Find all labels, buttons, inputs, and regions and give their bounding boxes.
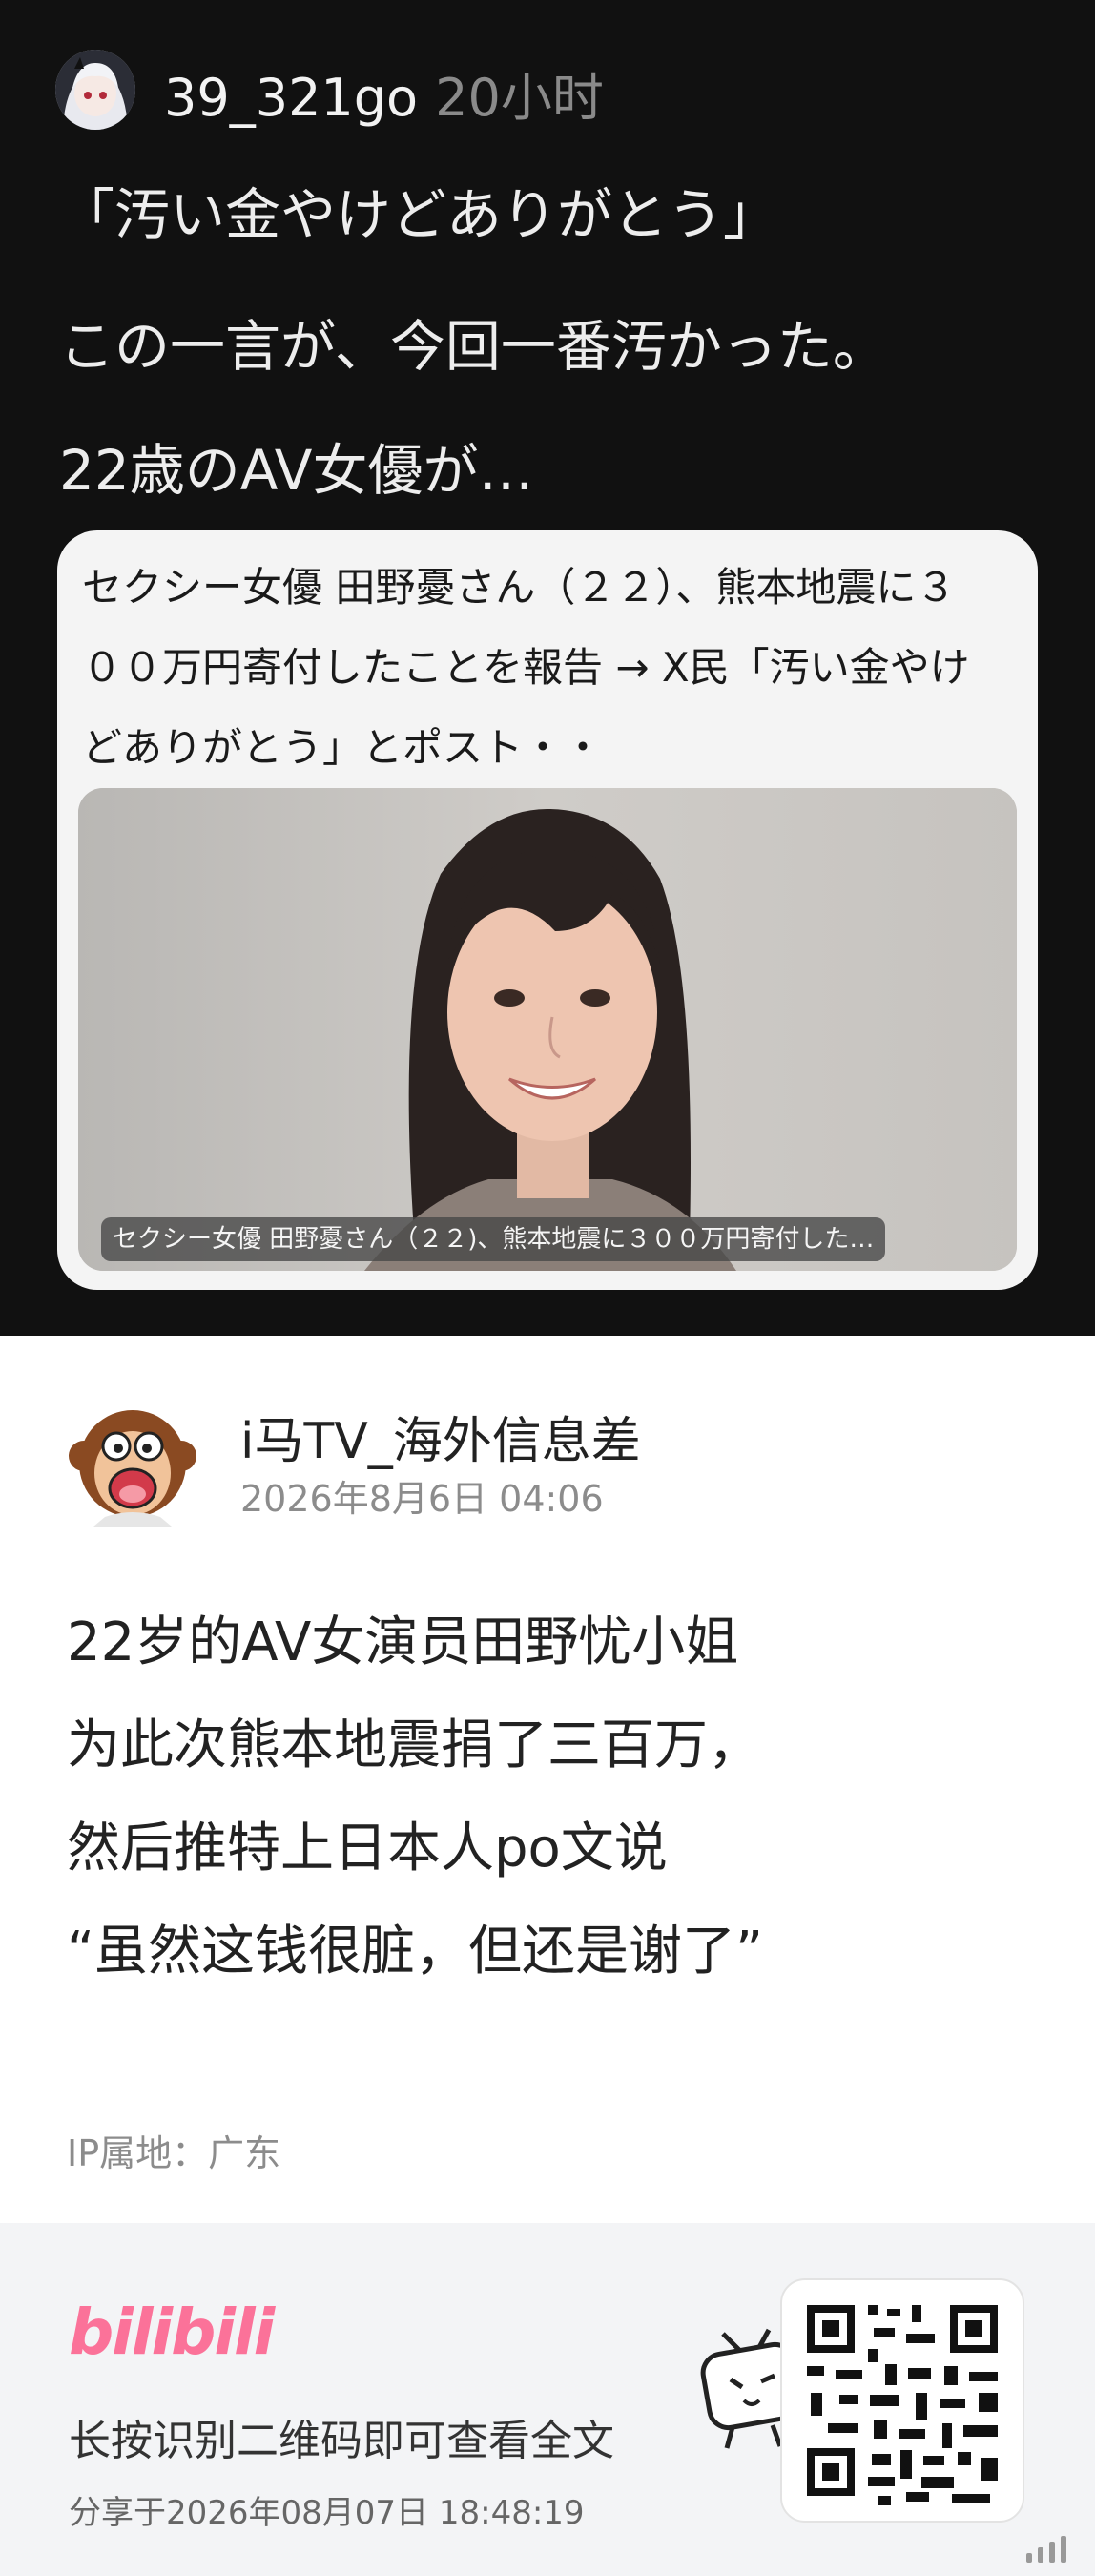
share-footer: bilibili 长按识别二维码即可查看全文 分享于2026年08月07日 18… (0, 2223, 1095, 2576)
news-card-headline: セクシー女優 田野憂さん（２２）、熊本地震に３ ００万円寄付したことを報告 → … (82, 548, 1026, 788)
news-card-headline-line: どありがとう」とポスト・・ (82, 724, 604, 771)
news-card-image-caption: セクシー女優 田野憂さん（２２)、熊本地震に３００万円寄付した… (101, 1217, 886, 1261)
embedded-username: 39_321go 20小时 (164, 55, 604, 131)
post-body-line-3: 然后推特上日本人po文说 (67, 1818, 668, 1880)
post-timestamp: 2026年8月6日 04:06 (240, 1478, 604, 1520)
qr-code[interactable] (780, 2278, 1024, 2523)
embedded-post-line-3: 22歳のAV女優が… (59, 438, 534, 503)
bilibili-logo: bilibili (69, 2296, 275, 2369)
embedded-post-line-2: この一言が、今回一番汚かった。 (59, 314, 888, 379)
anime-avatar-icon (55, 50, 135, 130)
news-link-card[interactable]: セクシー女優 田野憂さん（２２）、熊本地震に３ ００万円寄付したことを報告 → … (57, 530, 1038, 1290)
qr-hint-text: 长按识别二维码即可查看全文 (69, 2417, 614, 2465)
news-card-photo[interactable]: セクシー女優 田野憂さん（２２)、熊本地震に３００万円寄付した… (78, 788, 1017, 1271)
author-name[interactable]: i马TV_海外信息差 (240, 1401, 641, 1472)
qr-code-icon (807, 2305, 998, 2505)
monkey-avatar-icon[interactable] (67, 1395, 198, 1527)
post-body-line-4: “虽然这钱很脏，但还是谢了” (67, 1921, 764, 1983)
embedded-post-line-1: 「汚い金やけどありがとう」 (59, 182, 779, 247)
ip-location: IP属地：广东 (67, 2132, 281, 2174)
signal-bars-icon (1026, 2536, 1066, 2563)
post-body-line-2: 为此次熊本地震捐了三百万， (67, 1714, 761, 1776)
news-card-headline-line: セクシー女優 田野憂さん（２２）、熊本地震に３ (82, 564, 957, 611)
portrait-photo (78, 788, 1017, 1271)
shared-at-text: 分享于2026年08月07日 18:48:19 (69, 2494, 585, 2532)
embedded-username-text: 39_321go (164, 68, 419, 128)
news-card-headline-line: ００万円寄付したことを報告 → X民「汚い金やけ (82, 644, 970, 691)
embedded-post-time: 20小时 (435, 68, 604, 128)
embedded-post-screenshot: 39_321go 20小时 「汚い金やけどありがとう」 この一言が、今回一番汚かっ… (0, 0, 1095, 1336)
post-body-line-1: 22岁的AV女演员田野忧小姐 (67, 1611, 739, 1673)
